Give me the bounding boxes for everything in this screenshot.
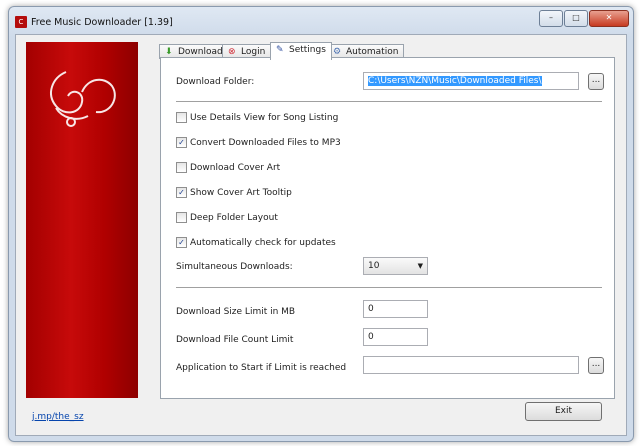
browse-app-button[interactable]: ... bbox=[588, 357, 604, 374]
maximize-button[interactable]: □ bbox=[564, 10, 588, 27]
size-limit-label: Download Size Limit in MB bbox=[176, 307, 296, 317]
app-window: C Free Music Downloader [1.39] – □ ✕ ⬇ Do… bbox=[8, 6, 634, 442]
checkbox-item[interactable]: Deep Folder Layout bbox=[176, 212, 278, 223]
window-title: Free Music Downloader [1.39] bbox=[31, 17, 173, 28]
dropdown-arrow-icon: ▼ bbox=[417, 262, 423, 270]
separator bbox=[176, 287, 602, 288]
checkbox-item[interactable]: ✓ Automatically check for updates bbox=[176, 237, 336, 248]
tab-settings[interactable]: ✎ Settings bbox=[270, 42, 332, 60]
count-limit-input[interactable]: 0 bbox=[363, 328, 428, 346]
settings-icon: ✎ bbox=[276, 45, 284, 55]
checkbox-item[interactable]: Use Details View for Song Listing bbox=[176, 112, 338, 123]
app-start-label: Application to Start if Limit is reached bbox=[176, 363, 347, 373]
checkbox[interactable] bbox=[176, 112, 187, 123]
website-link[interactable]: j.mp/the_sz bbox=[32, 412, 84, 422]
minimize-button[interactable]: – bbox=[539, 10, 563, 27]
checkbox-label: Use Details View for Song Listing bbox=[190, 112, 339, 123]
exit-button[interactable]: Exit bbox=[525, 402, 602, 421]
separator bbox=[176, 101, 602, 102]
download-folder-input[interactable]: C:\Users\NZN\Music\Downloaded Files\ bbox=[363, 72, 579, 90]
checkbox-item[interactable]: ✓ Convert Downloaded Files to MP3 bbox=[176, 137, 341, 148]
checkbox-item[interactable]: ✓ Show Cover Art Tooltip bbox=[176, 187, 292, 198]
checkbox[interactable] bbox=[176, 212, 187, 223]
checkbox-label: Automatically check for updates bbox=[190, 237, 336, 248]
browse-folder-button[interactable]: ... bbox=[588, 73, 604, 90]
checkbox-label: Download Cover Art bbox=[190, 162, 281, 173]
close-button[interactable]: ✕ bbox=[589, 10, 629, 27]
checkbox[interactable] bbox=[176, 162, 187, 173]
app-logo-icon: C bbox=[15, 16, 27, 28]
swirl-logo-icon bbox=[50, 71, 116, 127]
checkbox-label: Convert Downloaded Files to MP3 bbox=[190, 137, 341, 148]
size-limit-input[interactable]: 0 bbox=[363, 300, 428, 318]
checkbox-label: Show Cover Art Tooltip bbox=[190, 187, 292, 198]
app-start-input[interactable] bbox=[363, 356, 579, 374]
checkbox-item[interactable]: Download Cover Art bbox=[176, 162, 280, 173]
checkbox[interactable]: ✓ bbox=[176, 237, 187, 248]
checkbox[interactable]: ✓ bbox=[176, 187, 187, 198]
checkbox-label: Deep Folder Layout bbox=[190, 212, 278, 223]
simultaneous-downloads-label: Simultaneous Downloads: bbox=[176, 262, 293, 272]
simultaneous-downloads-select[interactable]: 10 ▼ bbox=[363, 257, 428, 275]
download-folder-label: Download Folder: bbox=[176, 77, 255, 87]
client-area: ⬇ Download ⊗ Login ✎ Settings ⚙ Automation D… bbox=[15, 34, 627, 436]
settings-panel: Download Folder: C:\Users\NZN\Music\Down… bbox=[160, 57, 615, 399]
brand-banner bbox=[26, 42, 138, 398]
count-limit-label: Download File Count Limit bbox=[176, 335, 294, 345]
checkbox[interactable]: ✓ bbox=[176, 137, 187, 148]
